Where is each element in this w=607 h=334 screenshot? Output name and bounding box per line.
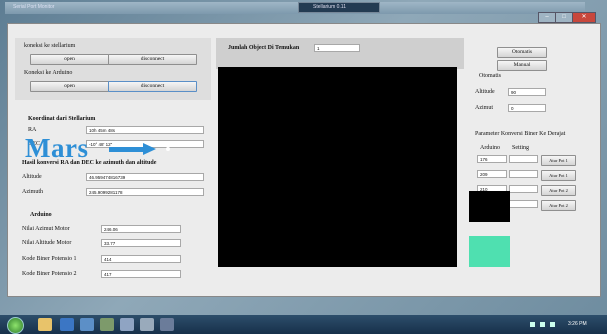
calibration-arduino-2[interactable]: 209 xyxy=(477,170,507,178)
volume-icon[interactable] xyxy=(540,322,545,327)
arrow-icon xyxy=(109,147,145,152)
stellarium-disconnect-button[interactable]: disconnect xyxy=(108,54,197,65)
stellarium-connection-label: koneksi ke stellarium xyxy=(24,43,76,49)
calibration-setting-2[interactable] xyxy=(509,170,538,178)
motor-altitude-field[interactable]: 33.77 xyxy=(101,239,181,247)
azimuth-label: Azimuth xyxy=(22,189,43,195)
ra-field[interactable]: 10h 45m 48s xyxy=(86,126,204,134)
start-button-icon[interactable] xyxy=(7,317,24,334)
app-icon-2[interactable] xyxy=(120,318,134,331)
potensio-2-label: Kode Biner Potensio 2 xyxy=(22,271,77,277)
close-button[interactable]: ✕ xyxy=(572,12,596,23)
altitude-field[interactable]: 46.959474816739 xyxy=(86,173,204,181)
media-player-icon[interactable] xyxy=(60,318,74,331)
taskbar-window-thumbnail[interactable]: Stellarium 0.11 xyxy=(298,2,380,13)
mode-altitude-label: Altitude xyxy=(475,89,495,95)
calibration-col-setting: Setting xyxy=(512,145,530,151)
sky-viewport xyxy=(218,67,457,267)
objects-found-label: Jumlah Object Di Temukan xyxy=(228,45,300,51)
azimuth-field[interactable]: 245.9099281178 xyxy=(86,188,204,196)
potensio-1-field[interactable]: 414 xyxy=(101,255,181,263)
atur-pot-2-button-2[interactable]: Atur Pot 2 xyxy=(541,200,576,211)
network-icon[interactable] xyxy=(530,322,535,327)
potensio-1-label: Kode Biner Potensio 1 xyxy=(22,256,77,262)
mars-label: Mars xyxy=(25,133,89,163)
arduino-open-button[interactable]: open xyxy=(30,81,109,92)
window-title: Serial Port Monitor xyxy=(13,4,55,10)
calibration-col-arduino: Arduino xyxy=(480,145,500,151)
atur-pot-1-button-2[interactable]: Atur Pot 1 xyxy=(541,170,576,181)
calibration-setting-3[interactable] xyxy=(509,185,538,193)
clock: 3:26 PM xyxy=(568,321,587,327)
arduino-connection-label: Koneksi ke Arduino xyxy=(24,70,73,76)
motor-azimuth-label: Nilai Azimut Motor xyxy=(22,226,70,232)
mode-altitude-field[interactable]: 90 xyxy=(508,88,546,96)
flag-icon[interactable] xyxy=(550,322,555,327)
mars-object-dot xyxy=(166,147,170,151)
objects-found-field[interactable]: 1 xyxy=(314,44,360,52)
otomatis-button[interactable]: Otomatis xyxy=(497,47,547,58)
taskbar-window-title: Stellarium 0.11 xyxy=(313,4,346,10)
manual-button[interactable]: Manual xyxy=(497,60,547,71)
arduino-heading: Arduino xyxy=(30,212,52,218)
altitude-label: Altitude xyxy=(22,174,42,180)
calibration-heading: Parameter Konversi Biner Ke Derajat xyxy=(475,131,566,137)
stellarium-taskbar-icon[interactable] xyxy=(140,318,154,331)
atur-pot-1-button[interactable]: Atur Pot 1 xyxy=(541,155,576,166)
calibration-arduino-1[interactable]: 176 xyxy=(477,155,507,163)
browser-icon[interactable] xyxy=(80,318,94,331)
atur-pot-2-button[interactable]: Atur Pot 2 xyxy=(541,185,576,196)
mode-azimuth-field[interactable]: 0 xyxy=(508,104,546,112)
title-bar[interactable]: Serial Port Monitor xyxy=(5,2,585,14)
motor-altitude-label: Nilai Altitude Motor xyxy=(22,240,72,246)
minimize-button[interactable]: – xyxy=(538,12,556,23)
otomatis-section-label: Otomatis xyxy=(479,73,501,79)
potensio-2-field[interactable]: 417 xyxy=(101,270,181,278)
app-icon-3[interactable] xyxy=(160,318,174,331)
explorer-icon[interactable] xyxy=(38,318,52,331)
stellarium-open-button[interactable]: open xyxy=(30,54,109,65)
status-indicator-2 xyxy=(469,236,510,267)
calibration-setting-1[interactable] xyxy=(509,155,538,163)
mode-azimuth-label: Azimut xyxy=(475,105,493,111)
object-count-panel xyxy=(216,38,464,69)
app-icon-1[interactable] xyxy=(100,318,114,331)
status-indicator-1 xyxy=(469,191,510,222)
coordinates-heading: Koordinat dari Stellarium xyxy=(28,116,96,122)
motor-azimuth-field[interactable]: 246.06 xyxy=(101,225,181,233)
maximize-button[interactable]: □ xyxy=(555,12,573,23)
calibration-setting-4[interactable] xyxy=(509,200,538,208)
taskbar: 3:26 PM xyxy=(0,315,607,334)
arduino-disconnect-button[interactable]: disconnect xyxy=(108,81,197,92)
arrow-head-icon xyxy=(143,143,156,155)
